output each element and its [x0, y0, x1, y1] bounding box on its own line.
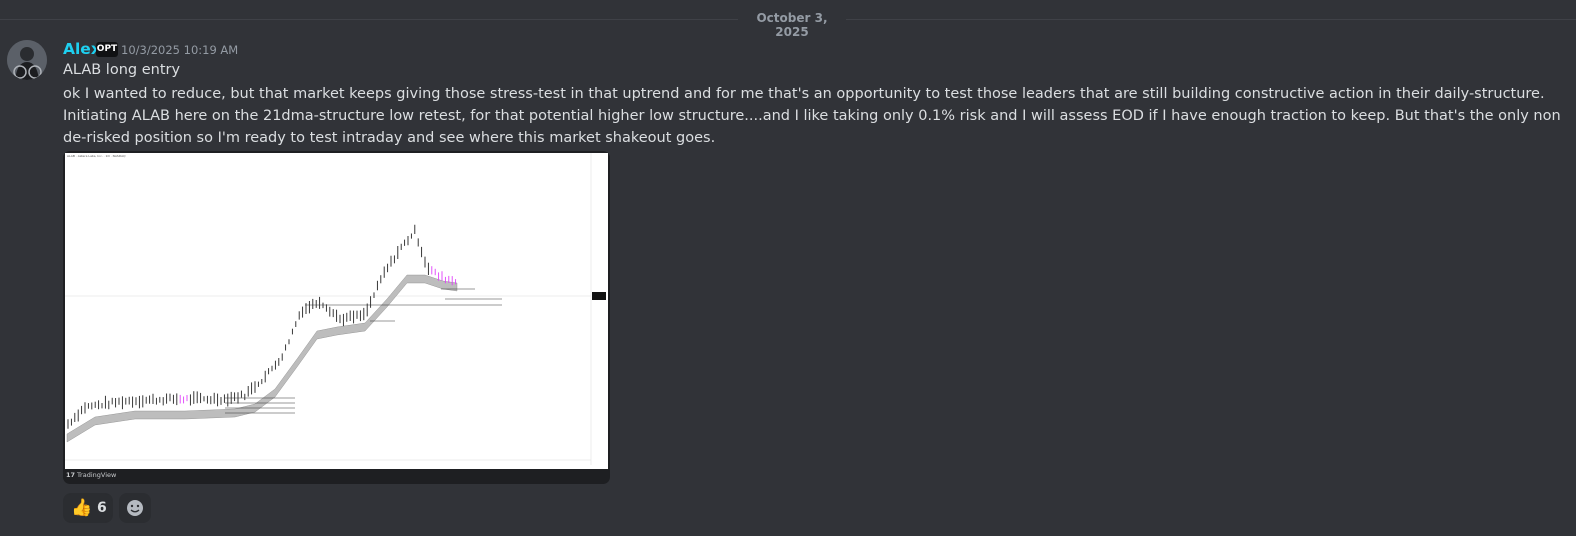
thumbs-up-icon: 👍	[71, 498, 93, 518]
chart-header: ALAB · Astera Labs, Inc. · 1D · NASDAQ	[67, 154, 126, 158]
message-body: ok I wanted to reduce, but that market k…	[63, 86, 1561, 146]
avatar[interactable]	[7, 40, 47, 80]
message-title: ALAB long entry	[63, 62, 181, 78]
server-tag[interactable]: OPT	[96, 42, 118, 57]
date-divider: October 3, 2025	[0, 10, 1576, 39]
reaction-count: 6	[97, 500, 107, 516]
timestamp[interactable]: 10/3/2025 10:19 AM	[121, 43, 238, 57]
tradingview-label: TradingView	[77, 471, 117, 479]
image-embed[interactable]: ALAB · Astera Labs, Inc. · 1D · NASDAQ 1…	[63, 151, 610, 484]
moving-average-band	[66, 274, 458, 443]
reaction-thumbs-up[interactable]: 👍 6	[63, 493, 113, 523]
chart-graphic: ALAB · Astera Labs, Inc. · 1D · NASDAQ	[65, 153, 606, 465]
chart-image[interactable]: ALAB · Astera Labs, Inc. · 1D · NASDAQ	[65, 153, 608, 469]
add-reaction-button[interactable]	[119, 493, 151, 523]
divider-line-left	[0, 19, 738, 20]
discord-message-view: October 3, 2025 Alex OPT 10/3/2025 10:19…	[0, 0, 1576, 536]
ma-band-shape	[66, 274, 458, 443]
avatar-image	[7, 40, 47, 80]
price-label-marker	[592, 292, 606, 300]
tradingview-logo-icon: 17	[66, 471, 76, 479]
tradingview-footer: 17 TradingView	[66, 471, 116, 479]
smiley-icon	[127, 500, 143, 516]
divider-line-right	[846, 19, 1576, 20]
date-divider-label: October 3, 2025	[756, 11, 828, 39]
horizontal-levels	[225, 288, 502, 414]
